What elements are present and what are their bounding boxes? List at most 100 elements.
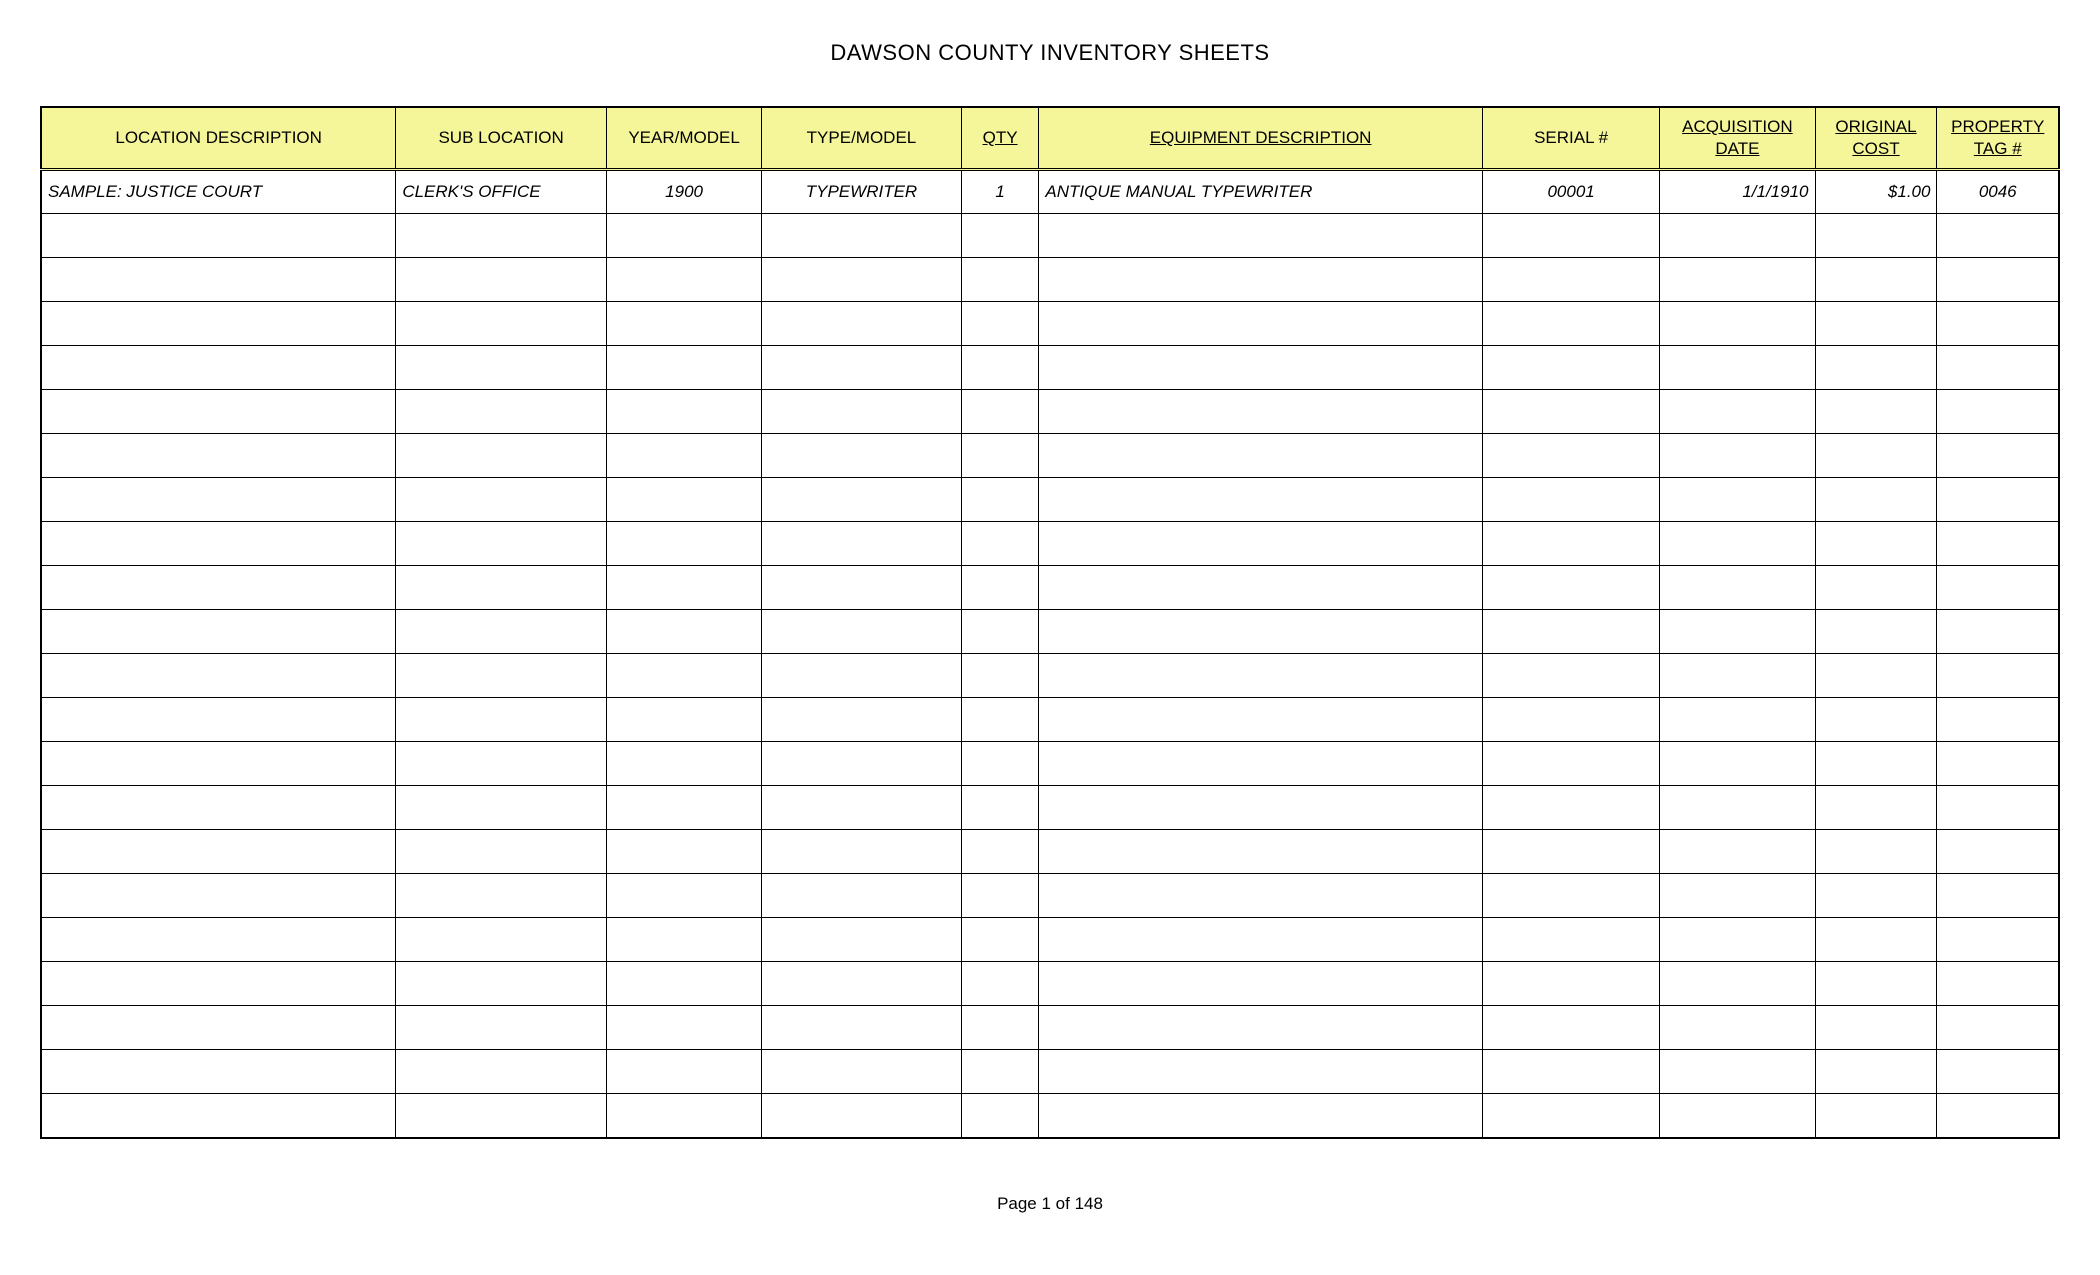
cell-empty <box>762 258 962 302</box>
cell-empty <box>1660 830 1815 874</box>
cell-empty <box>1482 742 1659 786</box>
cell-empty <box>762 874 962 918</box>
cell-empty <box>396 962 607 1006</box>
cell-empty <box>1815 962 1937 1006</box>
cell-empty <box>1482 390 1659 434</box>
cell-empty <box>396 918 607 962</box>
cell-empty <box>41 918 396 962</box>
cell-empty <box>1482 1006 1659 1050</box>
cell-empty <box>41 478 396 522</box>
table-row-empty <box>41 742 2059 786</box>
cell-empty <box>961 390 1039 434</box>
cell-empty <box>396 1094 607 1138</box>
cell-empty <box>1660 610 1815 654</box>
column-header: ACQUISITION DATE <box>1660 107 1815 170</box>
table-header: LOCATION DESCRIPTIONSUB LOCATIONYEAR/MOD… <box>41 107 2059 170</box>
cell-empty <box>606 478 761 522</box>
cell-empty <box>762 1050 962 1094</box>
cell-empty <box>396 830 607 874</box>
cell-empty <box>1937 742 2059 786</box>
cell-proptag: 0046 <box>1937 170 2059 214</box>
cell-empty <box>396 434 607 478</box>
cell-empty <box>961 654 1039 698</box>
cell-empty <box>606 434 761 478</box>
column-header: YEAR/MODEL <box>606 107 761 170</box>
cell-empty <box>1937 1050 2059 1094</box>
cell-yearmodel: 1900 <box>606 170 761 214</box>
cell-empty <box>961 962 1039 1006</box>
cell-empty <box>1937 434 2059 478</box>
cell-empty <box>1039 214 1483 258</box>
cell-empty <box>961 610 1039 654</box>
cell-empty <box>1815 346 1937 390</box>
cell-empty <box>1815 742 1937 786</box>
cell-empty <box>606 742 761 786</box>
cell-empty <box>41 742 396 786</box>
cell-empty <box>762 478 962 522</box>
cell-empty <box>396 566 607 610</box>
cell-empty <box>1660 742 1815 786</box>
cell-empty <box>606 522 761 566</box>
cell-empty <box>1937 610 2059 654</box>
table-row-empty <box>41 698 2059 742</box>
cell-empty <box>1039 566 1483 610</box>
cell-empty <box>1039 874 1483 918</box>
page-wrapper: DAWSON COUNTY INVENTORY SHEETS LOCATION … <box>40 40 2060 1214</box>
cell-empty <box>606 346 761 390</box>
cell-empty <box>1937 1094 2059 1138</box>
cell-empty <box>41 830 396 874</box>
table-row-empty <box>41 918 2059 962</box>
cell-empty <box>41 566 396 610</box>
cell-empty <box>396 1050 607 1094</box>
cell-empty <box>396 654 607 698</box>
table-row-empty <box>41 654 2059 698</box>
cell-empty <box>1039 742 1483 786</box>
cell-empty <box>41 434 396 478</box>
cell-empty <box>1937 786 2059 830</box>
cell-empty <box>1039 258 1483 302</box>
cell-empty <box>396 214 607 258</box>
table-row-empty <box>41 1006 2059 1050</box>
cell-empty <box>396 874 607 918</box>
cell-empty <box>606 830 761 874</box>
cell-empty <box>1815 1094 1937 1138</box>
cell-empty <box>1482 874 1659 918</box>
table-row-empty <box>41 214 2059 258</box>
cell-empty <box>1482 566 1659 610</box>
cell-empty <box>961 478 1039 522</box>
cell-empty <box>1660 390 1815 434</box>
cell-empty <box>1039 522 1483 566</box>
cell-empty <box>762 434 962 478</box>
cell-empty <box>961 918 1039 962</box>
cell-empty <box>41 1006 396 1050</box>
cell-empty <box>762 214 962 258</box>
cell-empty <box>1937 962 2059 1006</box>
cell-empty <box>606 390 761 434</box>
cell-empty <box>606 962 761 1006</box>
cell-empty <box>1039 1094 1483 1138</box>
cell-empty <box>606 918 761 962</box>
cell-empty <box>41 1050 396 1094</box>
cell-empty <box>1482 214 1659 258</box>
cell-empty <box>606 214 761 258</box>
cell-empty <box>1039 962 1483 1006</box>
table-row-empty <box>41 1050 2059 1094</box>
cell-empty <box>1482 786 1659 830</box>
cell-empty <box>1660 962 1815 1006</box>
cell-empty <box>606 1094 761 1138</box>
cell-empty <box>1937 1006 2059 1050</box>
page-title: DAWSON COUNTY INVENTORY SHEETS <box>830 40 1269 66</box>
cell-empty <box>396 346 607 390</box>
cell-empty <box>1660 478 1815 522</box>
cell-empty <box>1815 698 1937 742</box>
cell-empty <box>961 566 1039 610</box>
table-row-empty <box>41 390 2059 434</box>
cell-empty <box>1482 610 1659 654</box>
column-header: TYPE/MODEL <box>762 107 962 170</box>
cell-empty <box>1039 1050 1483 1094</box>
cell-empty <box>1660 258 1815 302</box>
cell-empty <box>396 522 607 566</box>
cell-qty: 1 <box>961 170 1039 214</box>
cell-empty <box>606 874 761 918</box>
cell-empty <box>1815 1006 1937 1050</box>
